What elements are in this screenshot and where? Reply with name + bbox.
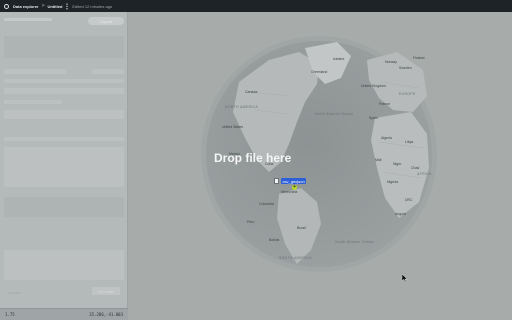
sidebar-placeholder-block <box>4 36 124 58</box>
sidebar-placeholder-line <box>4 69 66 74</box>
dragged-file[interactable]: csv_geojson <box>274 178 307 184</box>
coordinate-readout: 35.286,-41.003 <box>89 312 123 317</box>
map-label: SOUTH AMERICA <box>279 256 312 260</box>
map-label: Algeria <box>381 136 392 140</box>
sidebar-placeholder-block <box>4 147 124 187</box>
map-label: United Kingdom <box>361 84 386 88</box>
sidebar-placeholder-line <box>4 88 124 94</box>
file-icon <box>274 178 279 184</box>
top-bar: Data explorer > Untitled Edited 12 minut… <box>0 0 512 12</box>
map-label: Bolivia <box>269 238 280 242</box>
map-label: France <box>379 102 390 106</box>
sidebar-placeholder-line <box>4 110 124 119</box>
breadcrumb-separator: > <box>41 3 45 9</box>
map-label: AFRICA <box>417 172 432 176</box>
sidebar-placeholder-line <box>4 79 124 83</box>
map-label: Finland <box>413 56 425 60</box>
map-label: Colombia <box>259 202 274 206</box>
map-label: Mali <box>375 158 382 162</box>
sidebar-title-placeholder <box>4 18 52 21</box>
mouse-pointer-icon <box>402 274 408 283</box>
zoom-readout: 1.75 <box>5 312 15 317</box>
map-label: Nigeria <box>387 180 399 184</box>
map-label: Niger <box>393 162 402 166</box>
drop-zone-message: Drop file here <box>214 151 292 165</box>
sidebar-footer-label: Layout <box>8 290 21 295</box>
map-label: Sweden <box>399 66 412 70</box>
sidebar-placeholder-block <box>4 250 124 280</box>
map-label: EUROPE <box>399 92 416 96</box>
map-label: Libya <box>405 140 414 144</box>
map-label: Venezuela <box>281 190 298 194</box>
map-label: Spain <box>369 116 378 120</box>
map-label: NORTH AMERICA <box>225 105 259 109</box>
map-label: Canada <box>245 90 258 94</box>
sidebar-panel: Layout Layout Add layer <box>0 12 128 308</box>
status-bar: 1.75 35.286,-41.003 <box>0 308 128 320</box>
map-label: Angola <box>395 212 406 216</box>
sidebar-placeholder-block <box>4 197 124 217</box>
sidebar-placeholder-line <box>4 137 124 141</box>
layout-button[interactable]: Layout <box>88 17 124 25</box>
map-label: DRC <box>405 198 413 202</box>
globe-svg <box>201 36 437 272</box>
edited-status: Edited 12 minutes ago <box>72 3 113 9</box>
map-label: South Atlantic Ocean <box>335 240 374 244</box>
more-options-icon[interactable] <box>66 2 69 10</box>
map-canvas[interactable]: Greenland Iceland NORTH AMERICA Canada U… <box>129 12 512 320</box>
map-label: North Atlantic Ocean <box>315 112 354 116</box>
map-label: Norway <box>385 60 397 64</box>
add-layer-button[interactable]: Add layer <box>92 287 120 295</box>
app-logo-icon[interactable] <box>4 3 9 9</box>
sidebar-placeholder-line <box>92 69 124 74</box>
map-label: Peru <box>247 220 255 224</box>
map-label: Brazil <box>297 226 306 230</box>
app-name[interactable]: Data explorer <box>13 4 39 9</box>
copy-plus-icon: + <box>292 184 297 190</box>
map-label: United States <box>222 125 244 129</box>
map-label: Chad <box>411 166 420 170</box>
document-title[interactable]: Untitled <box>48 4 63 9</box>
sidebar-placeholder-line <box>4 100 62 104</box>
map-label: Greenland <box>311 70 328 74</box>
map-label: Iceland <box>333 57 345 61</box>
